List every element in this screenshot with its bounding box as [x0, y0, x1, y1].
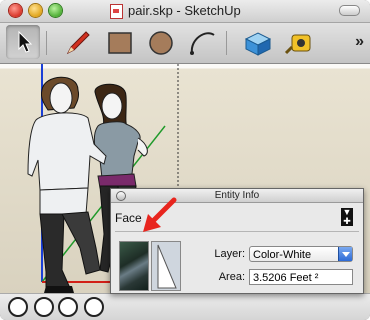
circle-icon	[149, 31, 173, 55]
layer-dropdown[interactable]: Color-White	[249, 246, 353, 262]
rectangle-tool-button[interactable]	[102, 25, 136, 59]
component-cube-icon	[244, 32, 272, 56]
pencil-icon	[66, 31, 90, 55]
toolbar-overflow-button[interactable]: »	[355, 33, 364, 51]
back-material-swatch[interactable]	[151, 241, 181, 291]
tape-measure-icon	[284, 34, 311, 55]
entity-type-label: Face	[115, 211, 142, 225]
line-tool-button[interactable]	[60, 25, 94, 59]
toolbar-separator	[46, 31, 47, 55]
annotation-arrow-icon	[143, 197, 177, 232]
dropdown-arrow-icon	[338, 247, 352, 261]
make-component-button[interactable]	[240, 25, 274, 59]
document-icon	[110, 4, 123, 19]
front-material-swatch[interactable]	[119, 241, 149, 291]
toolbar-toggle-button[interactable]	[339, 5, 360, 16]
area-label: Area:	[218, 271, 245, 283]
layer-dropdown-value: Color-White	[253, 249, 312, 261]
window-title: pair.skp - SketchUp	[128, 3, 241, 18]
close-window-button[interactable]	[9, 4, 22, 17]
layer-label: Layer:	[214, 248, 245, 260]
sketchup-window: pair.skp - SketchUp » Entity Info Face ▼…	[0, 0, 370, 320]
geo-location-icon[interactable]	[8, 297, 28, 317]
back-face-triangle-icon	[157, 244, 177, 289]
help-icon[interactable]	[84, 297, 104, 317]
user-account-icon[interactable]	[58, 297, 78, 317]
credits-icon[interactable]	[34, 297, 54, 317]
toggle-details-button[interactable]: ▼ ✚	[341, 208, 353, 226]
area-value-field: 3.5206 Feet ²	[249, 269, 353, 285]
man-figure	[27, 76, 107, 293]
toolbar-separator	[226, 31, 227, 55]
rectangle-icon	[108, 32, 132, 54]
minimize-window-button[interactable]	[29, 4, 42, 17]
circle-tool-button[interactable]	[144, 25, 178, 59]
zoom-window-button[interactable]	[49, 4, 62, 17]
title-bar: pair.skp - SketchUp	[0, 0, 370, 23]
arc-tool-button[interactable]	[184, 25, 218, 59]
status-bar	[0, 293, 370, 320]
arrow-cursor-icon	[18, 30, 33, 53]
select-tool-button[interactable]	[6, 25, 40, 59]
main-toolbar: »	[0, 23, 370, 64]
arc-icon	[190, 32, 215, 55]
tape-measure-button[interactable]	[282, 25, 316, 59]
